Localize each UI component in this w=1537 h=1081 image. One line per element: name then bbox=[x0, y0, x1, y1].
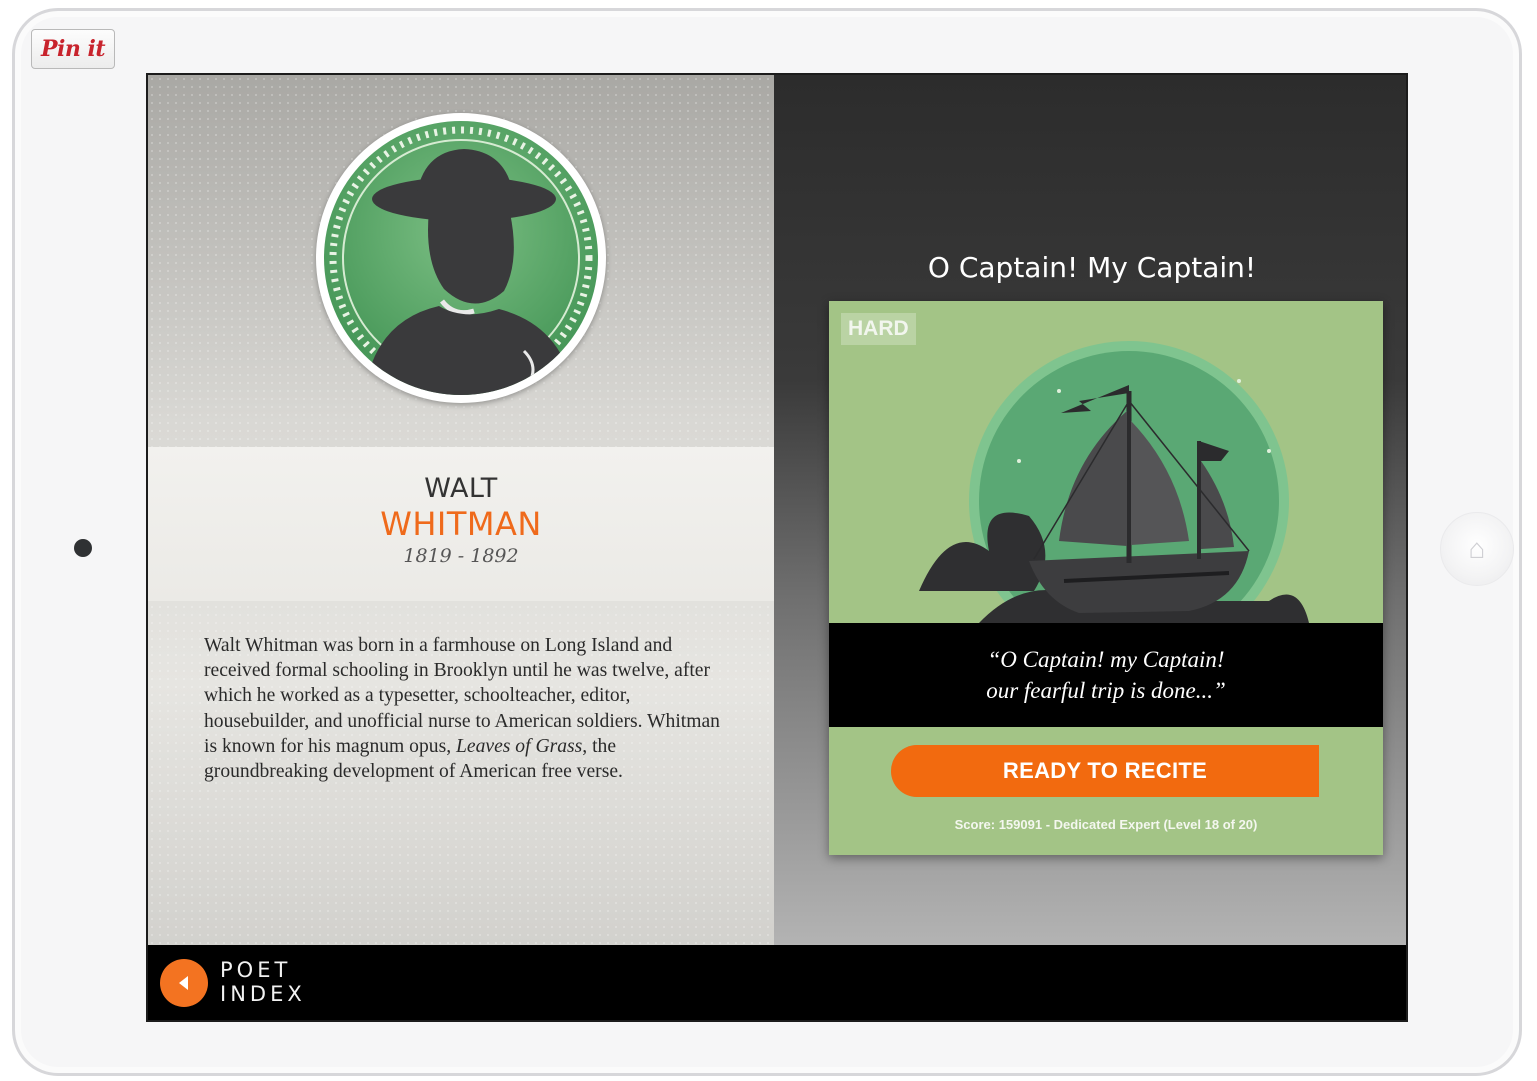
poet-silhouette-icon bbox=[324, 121, 598, 395]
quote-line-2: our fearful trip is done...” bbox=[986, 678, 1226, 703]
difficulty-badge: HARD bbox=[841, 313, 916, 345]
poem-panel: O Captain! My Captain! HARD “O Captain! … bbox=[774, 75, 1406, 945]
bio-book-title: Leaves of Grass bbox=[456, 735, 583, 757]
poet-index-label-line2: INDEX bbox=[220, 982, 306, 1006]
poem-card[interactable]: HARD “O Captain! my Captain! our fearful… bbox=[829, 301, 1383, 855]
poet-years: 1819 - 1892 bbox=[403, 545, 519, 567]
poem-quote: “O Captain! my Captain! our fearful trip… bbox=[829, 623, 1383, 727]
home-icon: ⌂ bbox=[1468, 533, 1486, 564]
poem-title: O Captain! My Captain! bbox=[927, 251, 1257, 284]
bottom-nav: POET INDEX bbox=[148, 945, 1406, 1020]
poet-first-name: WALT bbox=[424, 473, 498, 504]
home-button[interactable]: ⌂ bbox=[1440, 512, 1514, 586]
ship-illustration-icon bbox=[829, 301, 1383, 661]
quote-line-1: “O Captain! my Captain! bbox=[987, 647, 1225, 672]
pin-it-button[interactable]: Pin it bbox=[31, 29, 115, 69]
poet-index-label-line1: POET bbox=[220, 958, 292, 982]
score-text: Score: 159091 - Dedicated Expert (Level … bbox=[954, 817, 1258, 832]
camera-icon bbox=[74, 539, 92, 557]
poet-last-name: WHITMAN bbox=[380, 505, 542, 543]
poet-portrait bbox=[316, 113, 606, 403]
poet-panel: WALT WHITMAN 1819 - 1892 Walt Whitman wa… bbox=[148, 75, 774, 945]
ready-to-recite-button[interactable]: READY TO RECITE bbox=[891, 745, 1319, 797]
poet-index-back-button[interactable] bbox=[160, 959, 208, 1007]
poet-index-label[interactable]: POET INDEX bbox=[220, 958, 306, 1006]
chevron-left-icon bbox=[179, 976, 188, 990]
app-screen: WALT WHITMAN 1819 - 1892 Walt Whitman wa… bbox=[146, 73, 1408, 1022]
poet-biography: Walt Whitman was born in a farmhouse on … bbox=[204, 635, 720, 783]
